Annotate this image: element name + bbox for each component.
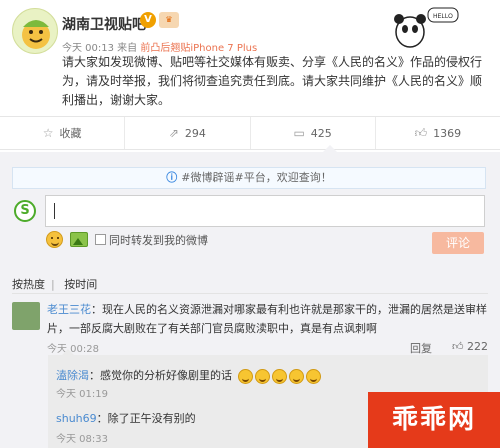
- member-icon: ♛: [159, 12, 179, 28]
- star-icon: ☆: [42, 126, 54, 140]
- thumb-icon: 👍︎: [452, 340, 464, 353]
- like-count: 1369: [433, 126, 462, 140]
- reply-time: 今天 01:19: [56, 389, 108, 400]
- comment-count: 425: [310, 126, 332, 140]
- favorite-button[interactable]: ☆ 收藏: [0, 117, 126, 149]
- comment-pointer: [323, 145, 337, 152]
- watermark-logo: 乖乖网: [368, 392, 500, 448]
- laugh-emoji-icon: [305, 368, 321, 384]
- post-body: 请大家如发现微博、贴吧等社交媒体有贩卖、分享《人民的名义》作品的侵权行为，请及时…: [62, 55, 483, 107]
- sync-checkbox[interactable]: [95, 234, 106, 245]
- divider: [12, 293, 488, 294]
- text-caret: [54, 203, 55, 219]
- laugh-emoji-icon: [271, 368, 287, 384]
- comment-item: 老王三花：现在人民的名义资源泄漏对哪家最有利也许就是那家干的，泄漏的居然是送审样…: [47, 300, 491, 338]
- weibo-post: 湖南卫视贴吧 V ♛ 今天 00:13 来自 前凸后翘贴iPhone 7 Plu…: [0, 0, 500, 116]
- emoji-icon[interactable]: [46, 231, 63, 248]
- sync-label[interactable]: 同时转发到我的微博: [109, 232, 208, 248]
- comment-input[interactable]: [45, 195, 485, 227]
- rumor-notice[interactable]: ⓘ #微博辟谣#平台，欢迎查询！: [12, 167, 486, 189]
- laugh-emoji-group: [236, 368, 321, 384]
- commenter-avatar[interactable]: [12, 302, 40, 330]
- sort-tabs: 按热度 | 按时间: [12, 276, 103, 292]
- verified-icon: V: [140, 12, 156, 28]
- post-username[interactable]: 湖南卫视贴吧: [62, 14, 146, 34]
- post-meta: 今天 00:13 来自 前凸后翘贴iPhone 7 Plus: [62, 39, 257, 54]
- tab-time[interactable]: 按时间: [64, 278, 97, 291]
- tab-separator: |: [51, 278, 55, 291]
- reply-item: shuh69：除了正午没有别的: [56, 410, 196, 426]
- sina-logo-icon: S: [14, 200, 36, 222]
- reply-item: 溘除渴：感觉你的分析好像剧里的话: [56, 367, 321, 384]
- comment-icon: ▭: [293, 126, 305, 140]
- like-button[interactable]: 👍︎ 1369: [376, 117, 500, 149]
- reply-text: ：感觉你的分析好像剧里的话: [89, 369, 232, 382]
- repost-button[interactable]: ⇗ 294: [125, 117, 251, 149]
- laugh-emoji-icon: [237, 368, 253, 384]
- comment-text: ：现在人民的名义资源泄漏对哪家最有利也许就是那家干的，泄漏的居然是送审样片，一部…: [47, 303, 487, 335]
- laugh-emoji-icon: [288, 368, 304, 384]
- repost-count: 294: [184, 126, 206, 140]
- comment-author[interactable]: 老王三花: [47, 303, 91, 316]
- notice-text: #微博辟谣#平台，欢迎查询！: [181, 171, 332, 184]
- reply-author[interactable]: 溘除渴: [56, 369, 89, 382]
- post-action-bar: ☆ 收藏 ⇗ 294 ▭ 425 👍︎ 1369: [0, 116, 500, 150]
- info-icon: ⓘ: [166, 171, 178, 184]
- submit-comment-button[interactable]: 评论: [432, 232, 484, 254]
- reply-author[interactable]: shuh69: [56, 412, 97, 425]
- reply-time: 今天 08:33: [56, 434, 108, 445]
- svg-text:HELLO: HELLO: [433, 14, 453, 20]
- comment-button[interactable]: ▭ 425: [251, 117, 376, 149]
- comment-like-count: 222: [467, 340, 488, 353]
- reply-button[interactable]: 回复: [410, 340, 432, 356]
- laugh-emoji-icon: [254, 368, 270, 384]
- reply-pointer: [62, 349, 74, 355]
- favorite-label: 收藏: [59, 127, 82, 140]
- avatar[interactable]: [12, 8, 58, 54]
- comment-like-button[interactable]: 👍︎ 222: [452, 340, 488, 353]
- share-icon: ⇗: [168, 126, 179, 140]
- tab-hot[interactable]: 按热度: [12, 278, 45, 291]
- panda-sticker-icon: HELLO: [384, 2, 464, 50]
- image-icon[interactable]: [70, 232, 88, 247]
- reply-text: ：除了正午没有别的: [96, 412, 196, 425]
- like-icon: 👍︎: [414, 125, 428, 140]
